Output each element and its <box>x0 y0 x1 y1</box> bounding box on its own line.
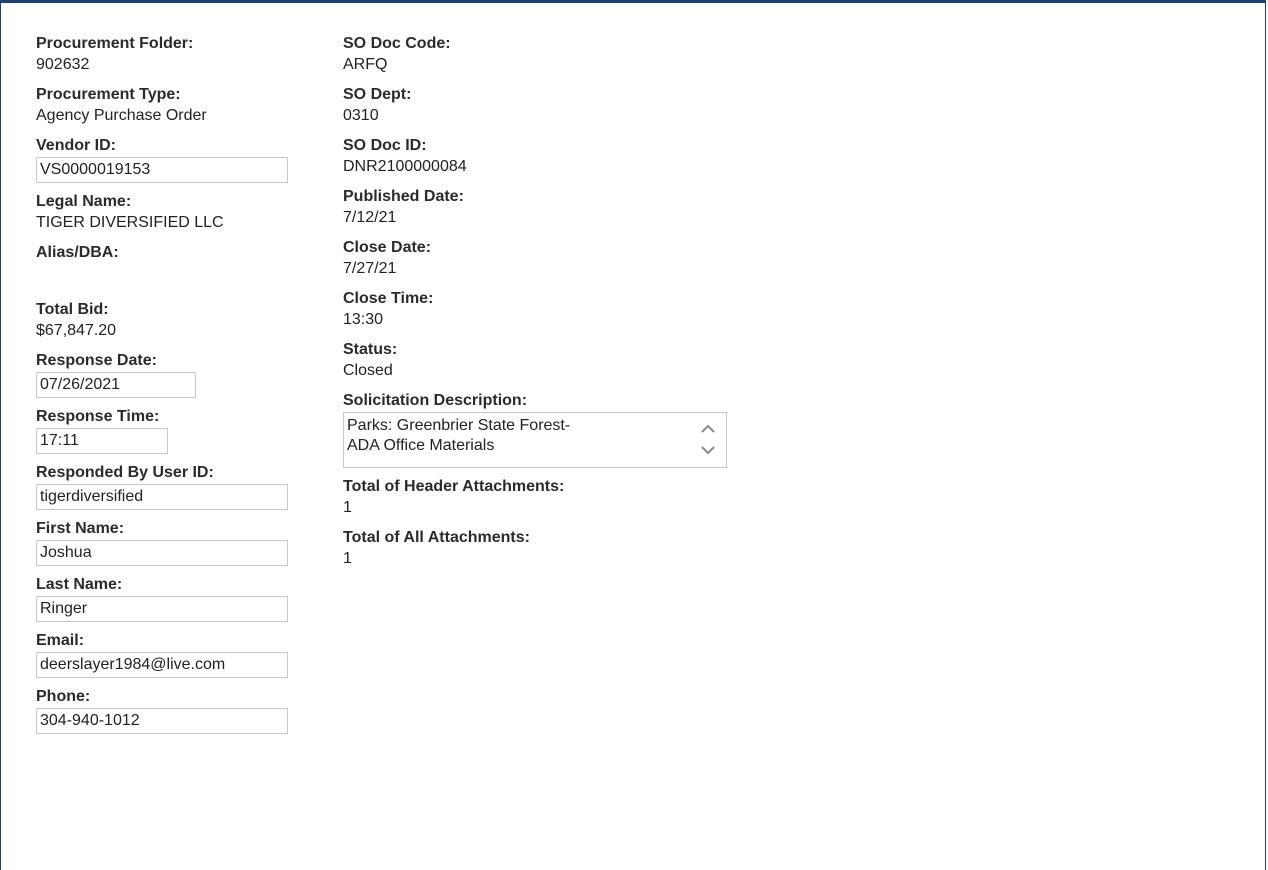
so-dept-label: SO Dept: <box>343 86 412 103</box>
textarea-scrollbar[interactable] <box>694 417 722 463</box>
legal-name-field: Legal Name: TIGER DIVERSIFIED LLC <box>36 190 288 233</box>
solicitation-description-textarea[interactable]: Parks: Greenbrier State Forest- ADA Offi… <box>343 412 727 468</box>
published-date-label: Published Date: <box>343 188 464 205</box>
left-column: Procurement Folder: 902632 Procurement T… <box>36 32 288 734</box>
first-name-input[interactable]: Joshua <box>36 540 288 566</box>
legal-name-value: TIGER DIVERSIFIED LLC <box>36 214 224 231</box>
solicitation-description-line1: Parks: Greenbrier State Forest- <box>347 417 571 434</box>
status-label: Status: <box>343 341 398 358</box>
chevron-down-icon[interactable] <box>700 442 716 458</box>
phone-field: Phone: 304-940-1012 <box>36 685 288 734</box>
last-name-field: Last Name: Ringer <box>36 573 288 622</box>
last-name-label: Last Name: <box>36 576 123 593</box>
published-date-value: 7/12/21 <box>343 209 397 226</box>
close-time-field: Close Time: 13:30 <box>343 287 727 330</box>
so-doc-id-label: SO Doc ID: <box>343 137 427 154</box>
procurement-folder-value: 902632 <box>36 56 90 73</box>
close-date-value: 7/27/21 <box>343 260 397 277</box>
response-date-input[interactable]: 07/26/2021 <box>36 372 196 398</box>
total-header-attachments-value: 1 <box>343 499 352 516</box>
so-dept-field: SO Dept: 0310 <box>343 83 727 126</box>
procurement-type-value: Agency Purchase Order <box>36 107 207 124</box>
so-doc-code-label: SO Doc Code: <box>343 35 451 52</box>
status-value: Closed <box>343 362 393 379</box>
responded-by-input[interactable]: tigerdiversified <box>36 484 288 510</box>
response-time-input[interactable]: 17:11 <box>36 428 168 454</box>
so-doc-id-field: SO Doc ID: DNR2100000084 <box>343 134 727 177</box>
published-date-field: Published Date: 7/12/21 <box>343 185 727 228</box>
status-field: Status: Closed <box>343 338 727 381</box>
total-bid-field: Total Bid: $67,847.20 <box>36 298 288 341</box>
alias-dba-label: Alias/DBA: <box>36 244 119 261</box>
responded-by-field: Responded By User ID: tigerdiversified <box>36 461 288 510</box>
close-time-label: Close Time: <box>343 290 434 307</box>
response-date-label: Response Date: <box>36 352 157 369</box>
so-doc-id-value: DNR2100000084 <box>343 158 467 175</box>
alias-dba-value <box>36 264 288 284</box>
phone-label: Phone: <box>36 688 91 705</box>
last-name-input[interactable]: Ringer <box>36 596 288 622</box>
phone-input[interactable]: 304-940-1012 <box>36 708 288 734</box>
email-label: Email: <box>36 632 85 649</box>
right-column: SO Doc Code: ARFQ SO Dept: 0310 SO Doc I… <box>343 32 727 569</box>
so-doc-code-field: SO Doc Code: ARFQ <box>343 32 727 75</box>
first-name-label: First Name: <box>36 520 125 537</box>
so-dept-value: 0310 <box>343 107 379 124</box>
alias-dba-field: Alias/DBA: <box>36 241 288 284</box>
solicitation-description-line2: ADA Office Materials <box>347 437 495 454</box>
email-input[interactable]: deerslayer1984@live.com <box>36 652 288 678</box>
total-all-attachments-field: Total of All Attachments: 1 <box>343 526 727 569</box>
first-name-field: First Name: Joshua <box>36 517 288 566</box>
total-bid-value: $67,847.20 <box>36 322 117 339</box>
close-date-field: Close Date: 7/27/21 <box>343 236 727 279</box>
total-bid-label: Total Bid: <box>36 301 109 318</box>
total-header-attachments-field: Total of Header Attachments: 1 <box>343 475 727 518</box>
vendor-id-label: Vendor ID: <box>36 137 117 154</box>
vendor-id-input[interactable]: VS0000019153 <box>36 157 288 183</box>
solicitation-description-field: Solicitation Description: Parks: Greenbr… <box>343 389 727 468</box>
so-doc-code-value: ARFQ <box>343 56 388 73</box>
response-date-field: Response Date: 07/26/2021 <box>36 349 288 398</box>
response-time-field: Response Time: 17:11 <box>36 405 288 454</box>
close-time-value: 13:30 <box>343 311 384 328</box>
legal-name-label: Legal Name: <box>36 193 132 210</box>
close-date-label: Close Date: <box>343 239 432 256</box>
chevron-up-icon[interactable] <box>700 421 716 437</box>
total-header-attachments-label: Total of Header Attachments: <box>343 478 565 495</box>
procurement-folder-label: Procurement Folder: <box>36 35 194 52</box>
solicitation-description-label: Solicitation Description: <box>343 392 528 409</box>
procurement-folder-field: Procurement Folder: 902632 <box>36 32 288 75</box>
procurement-type-field: Procurement Type: Agency Purchase Order <box>36 83 288 126</box>
total-all-attachments-value: 1 <box>343 550 352 567</box>
vendor-id-field: Vendor ID: VS0000019153 <box>36 134 288 183</box>
total-all-attachments-label: Total of All Attachments: <box>343 529 530 546</box>
email-field: Email: deerslayer1984@live.com <box>36 629 288 678</box>
response-time-label: Response Time: <box>36 408 160 425</box>
procurement-type-label: Procurement Type: <box>36 86 181 103</box>
responded-by-label: Responded By User ID: <box>36 464 214 481</box>
